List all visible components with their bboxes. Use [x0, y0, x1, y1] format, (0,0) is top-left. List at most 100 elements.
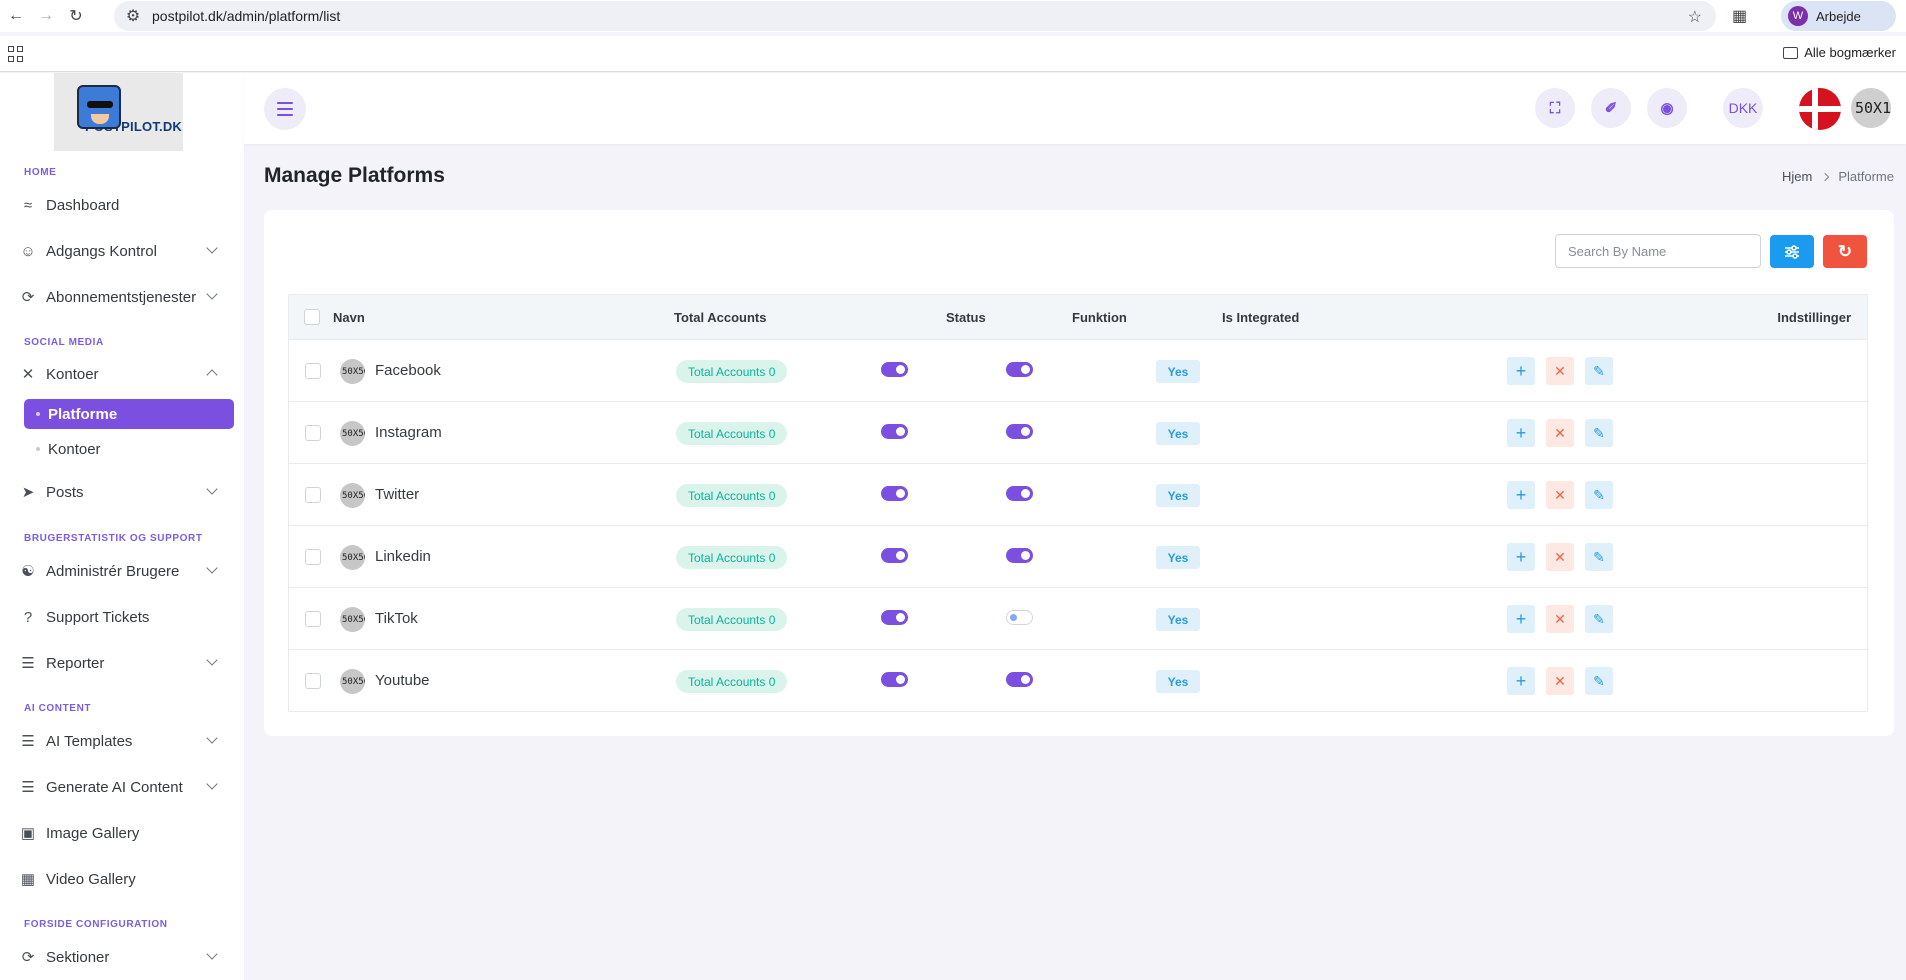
row-checkbox[interactable] [305, 363, 321, 379]
sidebar-item-ai-templates[interactable]: ☰ AI Templates [18, 726, 228, 756]
plus-icon: + [1515, 546, 1527, 567]
header-is-integrated[interactable]: Is Integrated [1222, 310, 1299, 325]
header-total-accounts[interactable]: Total Accounts [674, 310, 766, 325]
tools-button[interactable]: ✕ [1546, 357, 1574, 385]
filter-button[interactable] [1770, 235, 1814, 268]
currency-button[interactable]: DKK [1723, 88, 1763, 128]
sidebar-item-label: Administrér Brugere [46, 562, 180, 580]
plus-icon: + [1515, 484, 1527, 505]
question-icon: ? [23, 608, 33, 626]
funktion-toggle[interactable] [1006, 672, 1033, 687]
bullet-icon [36, 412, 40, 416]
apps-grid-icon[interactable] [8, 46, 24, 62]
sidebar-subitem-kontoer[interactable]: Kontoer [24, 434, 234, 464]
report-icon: ☰ [21, 655, 35, 672]
topbar: ⛶ ✐ ◉ DKK 50X15 [244, 73, 1906, 144]
select-all-checkbox[interactable] [304, 309, 320, 325]
sidebar-item-label: Sektioner [46, 948, 110, 966]
edit-button[interactable]: ✎ [1585, 605, 1613, 633]
status-toggle[interactable] [881, 548, 908, 563]
add-button[interactable]: + [1507, 605, 1535, 633]
user-avatar[interactable]: 50X15 [1851, 88, 1891, 128]
broom-icon[interactable]: ✐ [1591, 88, 1631, 128]
tools-icon: ✕ [1554, 362, 1566, 379]
back-arrow-icon[interactable]: ← [2, 2, 30, 30]
tools-button[interactable]: ✕ [1546, 419, 1574, 447]
header-navn[interactable]: Navn [333, 310, 365, 325]
sidebar-item-generate-ai-content[interactable]: ☰ Generate AI Content [18, 772, 228, 802]
site-settings-icon[interactable]: ⚙ [124, 7, 142, 25]
tools-button[interactable]: ✕ [1546, 667, 1574, 695]
tools-icon: ✕ [21, 366, 35, 383]
reload-icon[interactable]: ↻ [62, 2, 90, 30]
status-toggle[interactable] [881, 672, 908, 687]
plus-icon: + [1515, 422, 1527, 443]
funktion-toggle[interactable] [1006, 548, 1033, 563]
tools-button[interactable]: ✕ [1546, 543, 1574, 571]
add-button[interactable]: + [1507, 419, 1535, 447]
edit-button[interactable]: ✎ [1585, 667, 1613, 695]
status-toggle[interactable] [881, 486, 908, 501]
tools-button[interactable]: ✕ [1546, 481, 1574, 509]
chevron-down-icon [206, 948, 218, 960]
sidebar-item-abonnementstjenester[interactable]: ⟳ Abonnementstjenester [18, 282, 228, 312]
edit-button[interactable]: ✎ [1585, 357, 1613, 385]
header-status[interactable]: Status [946, 310, 986, 325]
bookmark-star-icon[interactable]: ☆ [1688, 7, 1702, 27]
menu-toggle-button[interactable] [264, 88, 306, 130]
edit-button[interactable]: ✎ [1585, 419, 1613, 447]
profile-button[interactable]: W Arbejde [1781, 1, 1896, 31]
status-toggle[interactable] [881, 610, 908, 625]
refresh-button[interactable]: ↻ [1823, 235, 1867, 268]
forward-arrow-icon[interactable]: → [32, 2, 60, 30]
plus-icon: + [1515, 608, 1527, 629]
postpilot-logo[interactable]: POSTPILOT.DK [54, 73, 183, 151]
status-toggle[interactable] [881, 362, 908, 377]
fullscreen-icon[interactable]: ⛶ [1535, 88, 1575, 128]
sidebar-item-reporter[interactable]: ☰ Reporter [18, 648, 228, 678]
sidebar-item-image-gallery[interactable]: ▣ Image Gallery [18, 818, 228, 848]
add-button[interactable]: + [1507, 667, 1535, 695]
total-accounts-badge: Total Accounts 0 [676, 608, 788, 631]
integrated-badge: Yes [1156, 360, 1200, 383]
funktion-toggle[interactable] [1006, 486, 1033, 501]
sidebar-item-dashboard[interactable]: ≈ Dashboard [18, 190, 228, 220]
extensions-icon[interactable]: ▦ [1732, 6, 1747, 26]
status-toggle[interactable] [881, 424, 908, 439]
edit-button[interactable]: ✎ [1585, 543, 1613, 571]
funktion-toggle[interactable] [1006, 362, 1033, 377]
all-bookmarks-button[interactable]: Alle bogmærker [1783, 45, 1896, 60]
chevron-down-icon [206, 562, 218, 574]
add-button[interactable]: + [1507, 543, 1535, 571]
platform-name: TikTok [375, 610, 418, 627]
sidebar-subitem-platforme[interactable]: Platforme [24, 399, 234, 429]
row-checkbox[interactable] [305, 425, 321, 441]
funktion-toggle[interactable] [1006, 610, 1033, 625]
edit-button[interactable]: ✎ [1585, 481, 1613, 509]
sidebar-item-video-gallery[interactable]: ▦ Video Gallery [18, 864, 228, 894]
search-input[interactable] [1555, 234, 1761, 268]
row-checkbox[interactable] [305, 673, 321, 689]
table-row: 50X50 Linkedin Total Accounts 0 Yes + ✕ … [289, 525, 1867, 587]
platform-name: Twitter [375, 486, 420, 503]
add-button[interactable]: + [1507, 357, 1535, 385]
sidebar-item-administrer-brugere[interactable]: ☯ Administrér Brugere [18, 556, 228, 586]
sidebar-item-kontoer[interactable]: ✕ Kontoer [18, 359, 228, 389]
sidebar-subitem-label: Platforme [48, 405, 118, 423]
funktion-toggle[interactable] [1006, 424, 1033, 439]
tools-button[interactable]: ✕ [1546, 605, 1574, 633]
sidebar-item-posts[interactable]: ➤ Posts [18, 477, 228, 507]
denmark-flag-icon[interactable] [1799, 88, 1841, 130]
row-checkbox[interactable] [305, 549, 321, 565]
sidebar-item-support-tickets[interactable]: ? Support Tickets [18, 602, 228, 632]
address-bar[interactable]: ⚙ postpilot.dk/admin/platform/list ☆ [114, 1, 1716, 31]
sidebar-item-sektioner[interactable]: ⟳ Sektioner [18, 942, 228, 972]
row-checkbox[interactable] [305, 611, 321, 627]
add-button[interactable]: + [1507, 481, 1535, 509]
sidebar-item-adgangs-kontrol[interactable]: ☺ Adgangs Kontrol [18, 236, 228, 266]
header-funktion[interactable]: Funktion [1072, 310, 1127, 325]
breadcrumb-home[interactable]: Hjem [1782, 169, 1812, 184]
globe-icon[interactable]: ◉ [1647, 88, 1687, 128]
table-header: Navn Total Accounts Status Funktion Is I… [289, 295, 1867, 339]
row-checkbox[interactable] [305, 487, 321, 503]
